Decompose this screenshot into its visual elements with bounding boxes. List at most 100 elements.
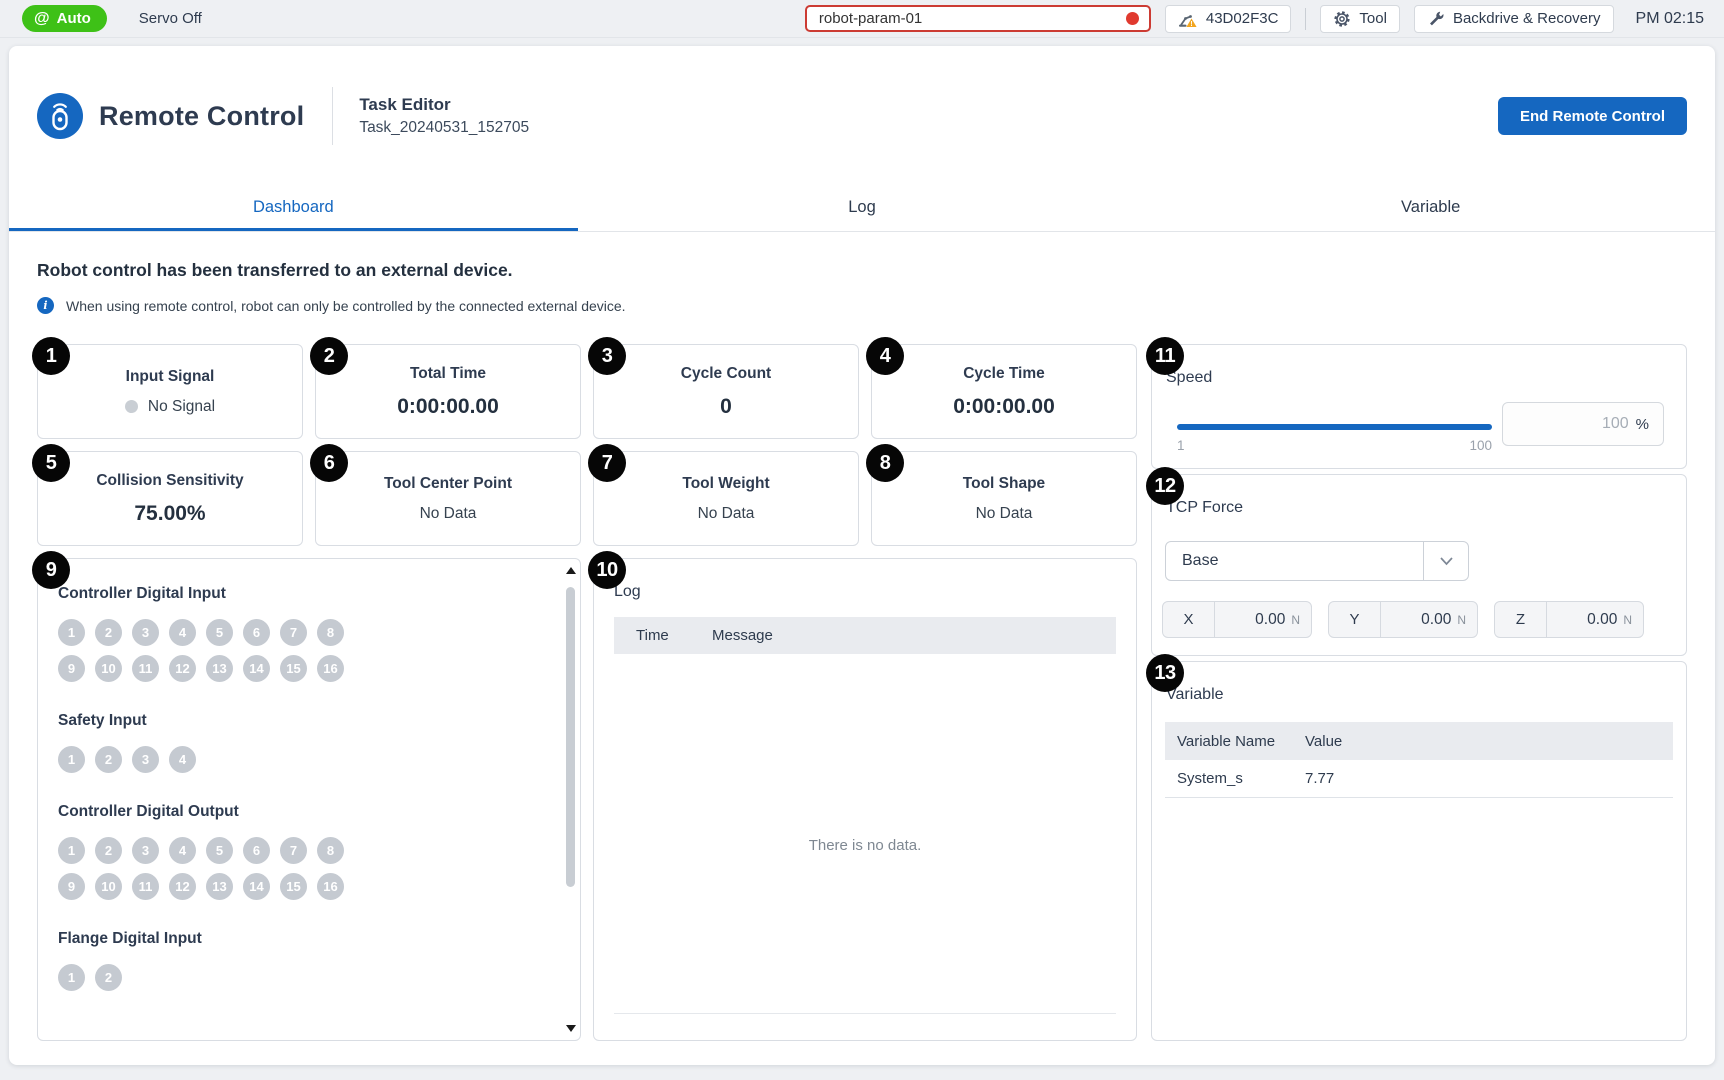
log-panel: 10 Log Time Message There is no data. [593,558,1137,1041]
io-indicator-6: 6 [243,619,270,646]
stat-card-title: Total Time [410,365,486,383]
axis-label: Y [1329,602,1381,637]
io-indicator-4: 4 [169,619,196,646]
variable-panel: 13 Variable Variable Name Value System_s… [1151,661,1687,1041]
wrench-icon [1427,10,1445,28]
app-header: Remote Control Task Editor Task_20240531… [9,46,1715,186]
end-remote-control-button[interactable]: End Remote Control [1498,97,1687,135]
remote-control-logo [37,93,83,139]
stat-card-title: Cycle Count [681,365,771,383]
scrollbar-thumb[interactable] [566,587,575,887]
stat-card-title: Input Signal [126,368,215,386]
notice-title: Robot control has been transferred to an… [37,260,1687,281]
numbered-badge-3: 3 [588,337,626,375]
digital-io-scroll-area[interactable]: Controller Digital Input1234567891011121… [38,559,580,1040]
io-indicator-10: 10 [95,873,122,900]
remote-icon [37,93,83,139]
stat-card-tool-shape: 8Tool ShapeNo Data [871,451,1137,546]
variable-table: Variable Name Value System_s7.77 [1165,722,1673,798]
io-circle-row: 12345678910111213141516 [58,837,360,900]
robot-device-button[interactable]: ! 43D02F3C [1165,5,1292,33]
io-indicator-13: 13 [206,655,233,682]
io-indicator-7: 7 [280,837,307,864]
numbered-badge-4: 4 [866,337,904,375]
variable-value-cell: 7.77 [1305,770,1673,787]
io-group-safety-input: Safety Input1234 [58,712,540,773]
stat-card-value-text: 75.00% [134,502,205,525]
stat-card-value: 0:00:00.00 [397,395,499,419]
tab-dashboard[interactable]: Dashboard [9,186,578,231]
speed-value-input[interactable]: 100 % [1502,402,1664,446]
robot-param-field[interactable]: robot-param-01 [805,5,1151,32]
io-group-flange-digital-input: Flange Digital Input12 [58,930,540,991]
io-indicator-4: 4 [169,837,196,864]
tcp-axis-x: X0.00N [1162,601,1312,638]
stat-card-cycle-count: 3Cycle Count0 [593,344,859,439]
stat-card-value: No Data [698,505,755,523]
tool-button[interactable]: Tool [1320,5,1400,33]
variable-table-row[interactable]: System_s7.77 [1165,760,1673,798]
io-indicator-9: 9 [58,873,85,900]
io-indicator-16: 16 [317,655,344,682]
log-column-time: Time [614,627,712,644]
io-indicator-11: 11 [132,873,159,900]
io-indicator-8: 8 [317,837,344,864]
numbered-badge-13: 13 [1146,654,1184,692]
stat-card-value: 0:00:00.00 [953,395,1055,419]
log-panel-title: Log [614,583,1116,601]
reference-frame-select[interactable]: Base [1165,541,1469,581]
io-indicator-3: 3 [132,837,159,864]
log-column-message: Message [712,627,1116,644]
io-indicator-6: 6 [243,837,270,864]
speed-slider[interactable] [1177,424,1492,430]
stat-card-tool-center-point: 6Tool Center PointNo Data [315,451,581,546]
speed-unit: % [1636,416,1649,433]
remote-control-window: Remote Control Task Editor Task_20240531… [9,46,1715,1065]
robot-param-name: robot-param-01 [819,10,922,27]
numbered-badge-11: 11 [1146,337,1184,375]
robot-warning-icon: ! [1178,10,1198,28]
speed-panel: 11 Speed 1 100 100 % [1151,344,1687,469]
speed-min-label: 1 [1177,438,1185,453]
variable-table-header: Variable Name Value [1165,722,1673,760]
stat-card-value-text: 0:00:00.00 [953,395,1055,418]
stat-card-value: No Data [976,505,1033,523]
speed-value: 100 [1602,415,1629,433]
scroll-down-arrow-icon[interactable] [566,1025,576,1032]
tcp-axis-z: Z0.00N [1494,601,1644,638]
dashboard-content: Robot control has been transferred to an… [9,232,1715,1041]
variable-column-value: Value [1305,733,1673,750]
io-indicator-2: 2 [95,619,122,646]
mode-auto-badge[interactable]: @ Auto [22,5,107,32]
io-indicator-2: 2 [95,837,122,864]
io-indicator-14: 14 [243,873,270,900]
stat-card-title: Tool Weight [682,475,769,493]
stat-card-value: No Signal [125,398,215,416]
header-divider [332,87,333,145]
numbered-badge-6: 6 [310,444,348,482]
stat-card-total-time: 2Total Time0:00:00.00 [315,344,581,439]
io-group-controller-digital-input: Controller Digital Input1234567891011121… [58,585,540,682]
axis-unit: N [1291,613,1311,627]
io-indicator-13: 13 [206,873,233,900]
io-indicator-10: 10 [95,655,122,682]
io-circle-row: 1234 [58,746,360,773]
tab-variable[interactable]: Variable [1146,186,1715,231]
io-circle-row: 12345678910111213141516 [58,619,360,682]
tab-log[interactable]: Log [578,186,1147,231]
stat-card-value-text: 0:00:00.00 [397,395,499,418]
io-indicator-8: 8 [317,619,344,646]
stat-card-value: 0 [720,395,732,419]
info-icon: i [37,297,54,314]
top-status-bar: @ Auto Servo Off robot-param-01 ! 43D02F… [0,0,1724,38]
backdrive-recovery-button[interactable]: Backdrive & Recovery [1414,5,1614,33]
stat-card-title: Tool Shape [963,475,1045,493]
stat-card-value-text: No Data [698,505,755,522]
numbered-badge-12: 12 [1146,467,1184,505]
io-scrollbar[interactable] [563,561,578,1038]
io-indicator-1: 1 [58,619,85,646]
numbered-badge-7: 7 [588,444,626,482]
scroll-up-arrow-icon[interactable] [566,567,576,574]
io-indicator-5: 5 [206,837,233,864]
io-indicator-3: 3 [132,619,159,646]
